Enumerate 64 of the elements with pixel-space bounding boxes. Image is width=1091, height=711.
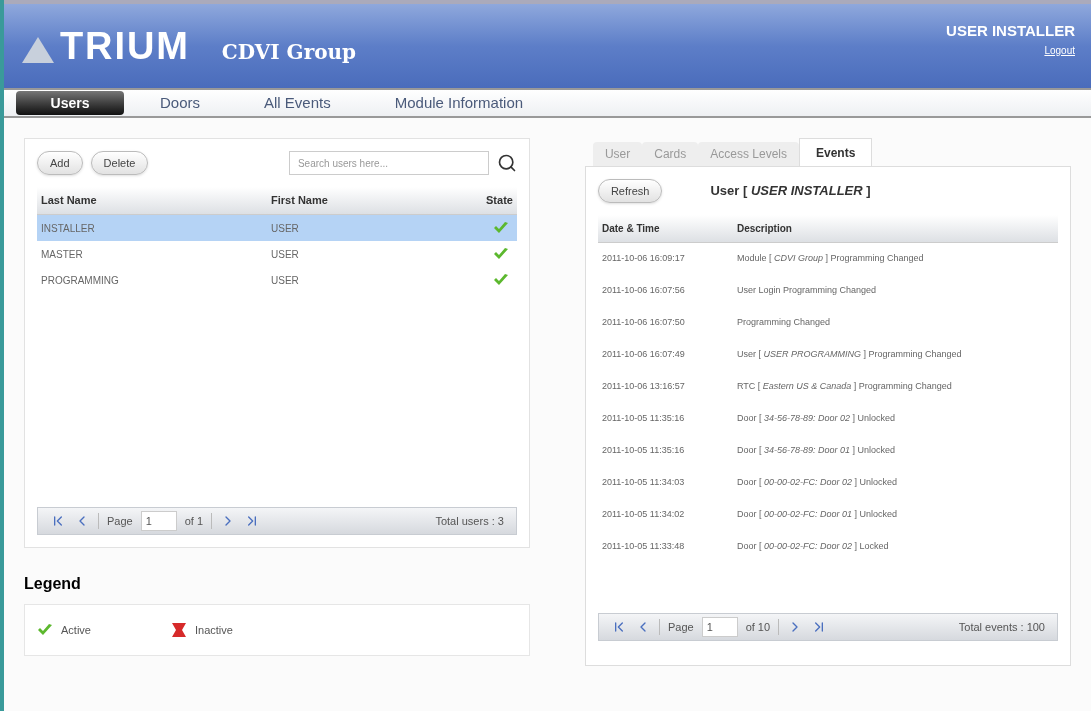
legend-title: Legend xyxy=(24,574,82,594)
table-cell-text: Door [ 00-00-02-FC: Door 02 ] Unlocked xyxy=(736,476,898,490)
nav-tab[interactable]: Users xyxy=(16,91,124,115)
user-name: USER INSTALLER xyxy=(946,21,1075,41)
total-count: Total users : 3 xyxy=(435,513,504,529)
nav-tab[interactable]: Doors xyxy=(132,91,228,115)
column-header: Date & Time xyxy=(601,222,661,236)
table-cell-text: Door [ 00-00-02-FC: Door 02 ] Locked xyxy=(736,540,890,554)
table-cell-text: 2011-10-06 16:07:50 xyxy=(601,316,686,330)
page-count: of 1 xyxy=(184,513,204,529)
table-cell-text: 2011-10-05 11:35:16 xyxy=(601,444,686,458)
page-label: Page xyxy=(107,513,133,529)
toolbar-button[interactable]: Delete xyxy=(90,151,149,175)
column-header: First Name xyxy=(271,193,329,209)
table-cell-text: USER xyxy=(271,221,300,236)
table-cell-text: 2011-10-05 11:34:02 xyxy=(601,508,686,522)
table-cell-text: MASTER xyxy=(41,247,84,262)
detail-tab[interactable]: Events xyxy=(799,138,873,166)
legend-label: Inactive xyxy=(194,622,233,638)
page-input[interactable]: 1 xyxy=(701,617,738,637)
page-count: of 10 xyxy=(745,619,771,635)
cross-icon xyxy=(170,622,187,638)
table-cell-text: Door [ 34-56-78-89: Door 02 ] Unlocked xyxy=(736,412,897,426)
table-cell-text: 2011-10-05 11:35:16 xyxy=(601,412,686,426)
table-cell-text: 2011-10-05 11:33:48 xyxy=(601,540,686,554)
table-cell-text: PROGRAMMING xyxy=(41,273,120,288)
checkmark-icon xyxy=(492,247,509,261)
user-heading: User [ USER INSTALLER ] xyxy=(710,182,871,201)
user-row[interactable]: INSTALLER USER xyxy=(37,215,517,241)
table-cell-text: RTC [ Eastern US & Canada ] Programming Changed xyxy=(736,380,953,394)
table-cell-text: USER xyxy=(271,273,300,288)
checkmark-icon xyxy=(492,273,509,287)
refresh-button[interactable]: Refresh xyxy=(597,179,663,203)
table-cell-text: 2011-10-05 11:34:03 xyxy=(601,476,686,490)
table-cell-text: Door [ 34-56-78-89: Door 01 ] Unlocked xyxy=(736,444,897,458)
nav-tab[interactable]: All Events xyxy=(236,91,359,115)
nav-tab[interactable]: Module Information xyxy=(366,91,552,115)
table-cell-text: User [ USER PROGRAMMING ] Programming Changed xyxy=(736,348,963,362)
page-input[interactable]: 1 xyxy=(140,511,177,531)
table-cell-text: Programming Changed xyxy=(736,316,831,330)
column-header: State xyxy=(485,193,513,209)
table-cell-text: User Login Programming Changed xyxy=(736,284,877,298)
logout-link[interactable]: Logout xyxy=(1044,42,1075,58)
table-cell-text: 2011-10-06 16:07:49 xyxy=(601,348,686,362)
checkmark-icon xyxy=(37,623,53,637)
table-cell-text: USER xyxy=(271,247,300,262)
table-cell-text: 2011-10-06 16:09:17 xyxy=(601,252,686,266)
table-cell-text: INSTALLER xyxy=(41,221,96,236)
table-cell-text: Door [ 00-00-02-FC: Door 01 ] Unlocked xyxy=(736,508,898,522)
checkmark-icon xyxy=(492,221,509,235)
company-name: CDVI Group xyxy=(221,39,357,66)
table-cell-text: 2011-10-06 16:07:56 xyxy=(601,284,686,298)
search-field[interactable]: Search users here... xyxy=(288,151,489,175)
table-cell-text: Module [ CDVI Group ] Programming Changed xyxy=(736,252,925,266)
search-icon[interactable] xyxy=(496,153,517,173)
legend-label: Active xyxy=(61,622,91,638)
triangle-logo-icon xyxy=(20,35,56,65)
table-cell-text: 2011-10-06 13:16:57 xyxy=(601,380,686,394)
total-count: Total events : 100 xyxy=(958,619,1045,635)
column-header: Description xyxy=(736,222,793,236)
logo-text: TRIUM xyxy=(60,27,190,65)
page-label: Page xyxy=(667,619,694,635)
column-header: Last Name xyxy=(41,193,98,209)
toolbar-button[interactable]: Add xyxy=(37,151,83,175)
